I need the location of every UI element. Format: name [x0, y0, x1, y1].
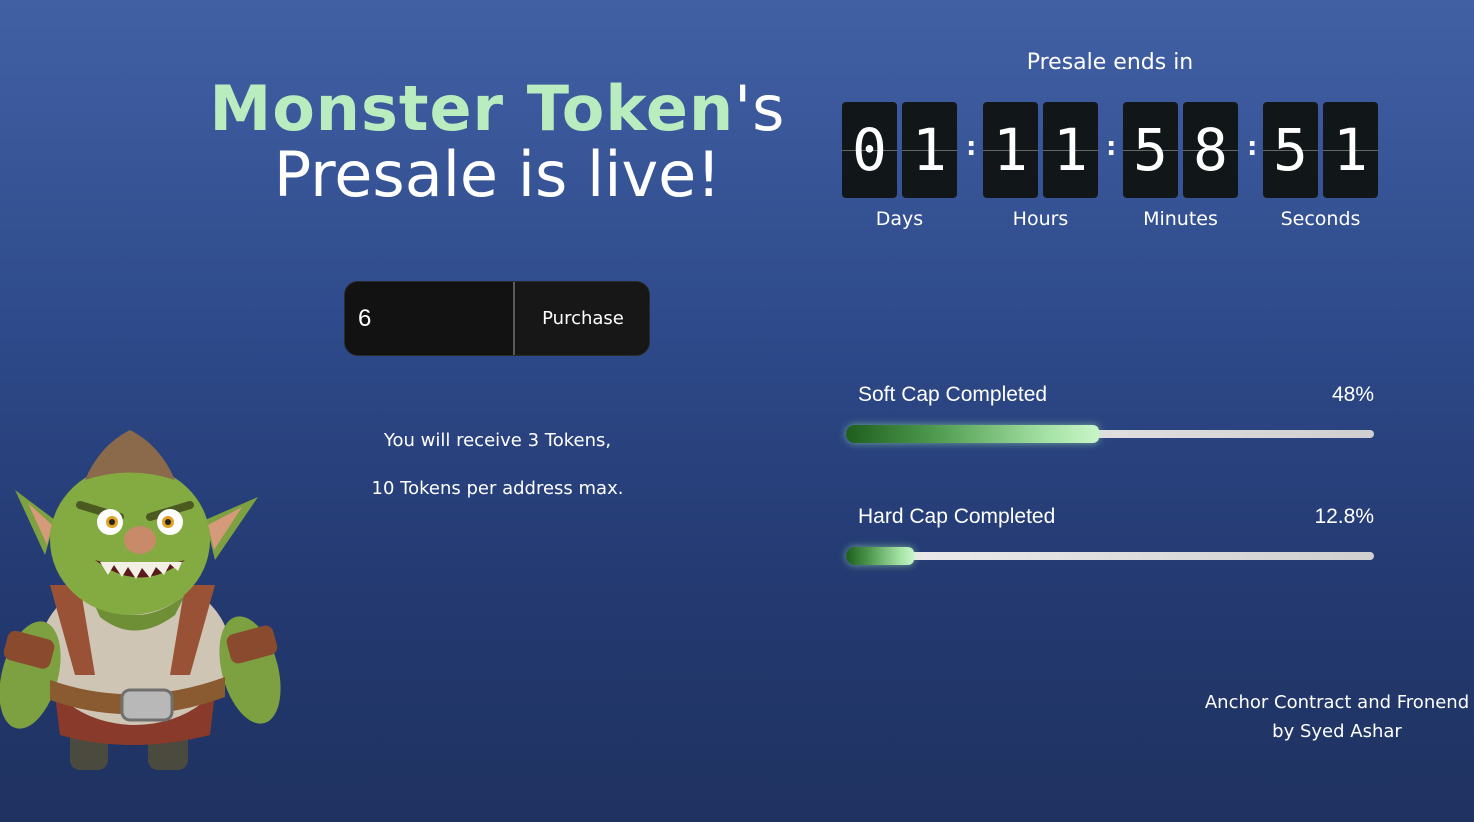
hours-digit-2: 1	[1043, 102, 1098, 198]
soft-cap-value: 48%	[1331, 383, 1374, 406]
soft-cap-label: Soft Cap Completed	[858, 383, 1048, 406]
hard-cap-track	[846, 547, 1374, 565]
days-digit-2: 1	[902, 102, 957, 198]
days-label: Days	[875, 208, 924, 230]
headline-line-1: Monster Token's	[200, 78, 795, 140]
seconds-digit-1: 5	[1263, 102, 1318, 198]
countdown-title: Presale ends in	[1026, 50, 1194, 75]
hard-cap-fill	[846, 547, 914, 565]
soft-cap-track	[846, 425, 1374, 443]
hard-cap-value: 12.8%	[1314, 505, 1374, 528]
brand-possessive: 's	[734, 72, 786, 145]
goblin-mascot-image	[0, 430, 281, 770]
footer-credit: Anchor Contract and Fronend by Syed Asha…	[1200, 688, 1474, 746]
seconds-label: Seconds	[1280, 208, 1361, 230]
hard-cap-label: Hard Cap Completed	[858, 505, 1056, 528]
countdown-timer: 0 1 : 1 1 : 5 8 : 5 1 Days Hours Minutes…	[842, 102, 1382, 232]
hours-label: Hours	[1012, 208, 1069, 230]
purchase-button[interactable]: Purchase	[516, 282, 649, 355]
countdown-separator: :	[1106, 132, 1117, 162]
credit-line-1: Anchor Contract and Fronend	[1204, 692, 1470, 713]
credit-line-2: by Syed Ashar	[1272, 721, 1402, 742]
receive-tokens-text: You will receive 3 Tokens,	[383, 430, 612, 451]
countdown-separator: :	[1247, 132, 1258, 162]
brand-name: Monster Token	[209, 72, 735, 145]
purchase-form: Purchase	[344, 281, 650, 356]
seconds-digit-2: 1	[1323, 102, 1378, 198]
soft-cap-progress: Soft Cap Completed 48%	[846, 383, 1374, 443]
headline-line-2: Presale is live!	[273, 138, 722, 211]
token-quantity-input[interactable]	[345, 282, 515, 355]
countdown-separator: :	[966, 132, 977, 162]
page-headline: Monster Token's Presale is live!	[200, 78, 795, 206]
max-tokens-text: 10 Tokens per address max.	[371, 478, 624, 499]
minutes-label: Minutes	[1143, 208, 1218, 230]
soft-cap-fill	[846, 425, 1099, 443]
days-digit-1: 0	[842, 102, 897, 198]
minutes-digit-2: 8	[1183, 102, 1238, 198]
minutes-digit-1: 5	[1123, 102, 1178, 198]
hard-cap-progress: Hard Cap Completed 12.8%	[846, 505, 1374, 565]
hours-digit-1: 1	[983, 102, 1038, 198]
